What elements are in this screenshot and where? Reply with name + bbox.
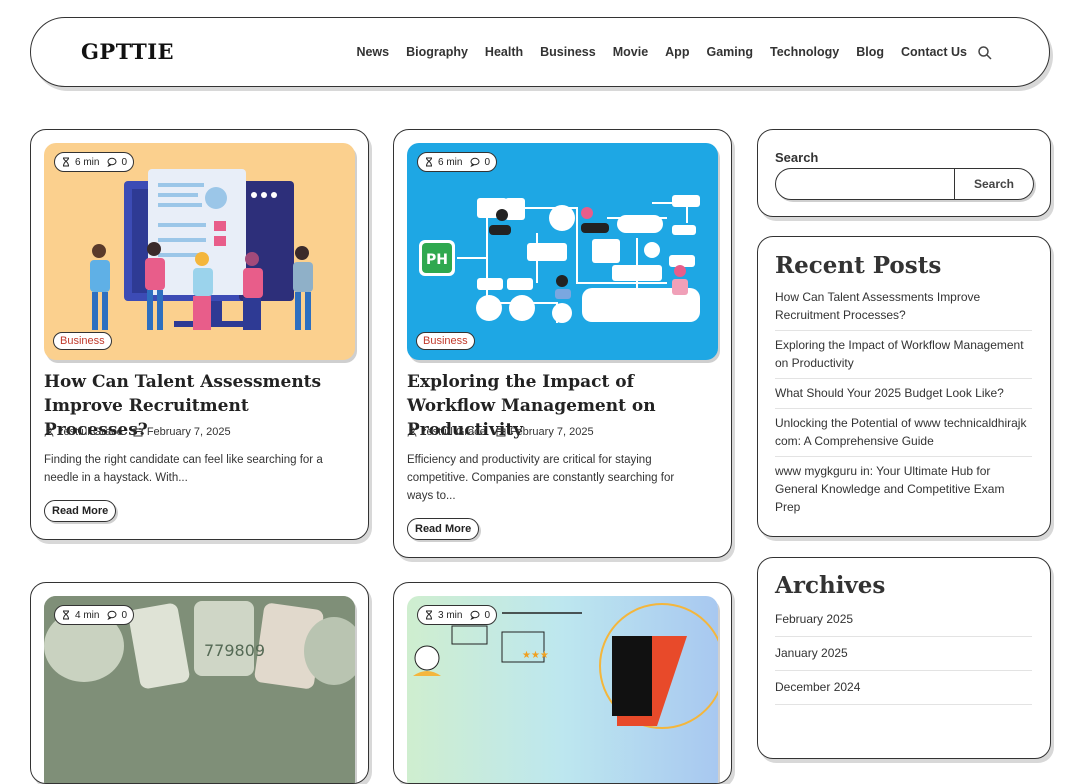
search-icon[interactable] bbox=[977, 45, 993, 61]
category-badge[interactable]: Business bbox=[416, 332, 475, 350]
user-icon bbox=[44, 427, 54, 437]
read-time: 6 min bbox=[438, 156, 463, 168]
search-form: Search bbox=[775, 168, 1034, 200]
post-date[interactable]: February 7, 2025 bbox=[147, 426, 231, 438]
recent-post-link[interactable]: Unlocking the Potential of www technical… bbox=[775, 409, 1032, 457]
search-widget: Search Search bbox=[757, 129, 1051, 217]
recent-posts-title: Recent Posts bbox=[775, 252, 942, 279]
hourglass-icon bbox=[426, 157, 432, 167]
post-author[interactable]: zestful Grace bbox=[421, 426, 486, 438]
hourglass-icon bbox=[426, 610, 432, 620]
recent-post-link[interactable]: How Can Talent Assessments Improve Recru… bbox=[775, 283, 1032, 331]
nav-business[interactable]: Business bbox=[540, 45, 596, 59]
archives-list: February 2025 January 2025 December 2024 bbox=[775, 603, 1032, 705]
post-thumbnail[interactable]: 6 min 0 PH Business bbox=[407, 143, 718, 360]
nav-contact-us[interactable]: Contact Us bbox=[901, 45, 967, 59]
post-meta: 3 min 0 bbox=[417, 605, 498, 625]
post-thumbnail[interactable]: 6 min 0 Business bbox=[44, 143, 355, 360]
svg-text:PH: PH bbox=[426, 252, 448, 268]
post-byline: zestful Grace February 7, 2025 bbox=[44, 426, 231, 438]
post-meta: 4 min 0 bbox=[54, 605, 135, 625]
recruitment-illustration bbox=[90, 169, 313, 330]
site-header: GPTTIE News Biography Health Business Mo… bbox=[30, 17, 1050, 87]
read-time: 6 min bbox=[75, 156, 100, 168]
post-card: 6 min 0 PH Business Exploring the Impact… bbox=[393, 129, 732, 558]
post-thumbnail[interactable]: 3 min 0 ★★★ bbox=[407, 596, 718, 783]
archives-widget: Archives February 2025 January 2025 Dece… bbox=[757, 557, 1051, 759]
nav-technology[interactable]: Technology bbox=[770, 45, 839, 59]
site-logo[interactable]: GPTTIE bbox=[81, 39, 174, 64]
recent-posts-widget: Recent Posts How Can Talent Assessments … bbox=[757, 236, 1051, 537]
nav-health[interactable]: Health bbox=[485, 45, 523, 59]
nav-app[interactable]: App bbox=[665, 45, 689, 59]
archives-title: Archives bbox=[775, 572, 886, 599]
svg-text:★★★: ★★★ bbox=[522, 650, 549, 661]
read-more-button[interactable]: Read More bbox=[44, 500, 117, 522]
post-author[interactable]: zestful Grace bbox=[58, 426, 123, 438]
comment-icon bbox=[470, 157, 480, 167]
comment-count: 0 bbox=[484, 156, 491, 168]
archive-link[interactable]: December 2024 bbox=[775, 671, 1032, 705]
nav-gaming[interactable]: Gaming bbox=[706, 45, 753, 59]
read-time: 3 min bbox=[438, 609, 463, 621]
nav-biography[interactable]: Biography bbox=[406, 45, 468, 59]
post-thumbnail[interactable]: 4 min 0 779809 bbox=[44, 596, 355, 783]
calendar-icon bbox=[133, 428, 143, 437]
post-card: 3 min 0 ★★★ bbox=[393, 582, 732, 784]
recent-post-link[interactable]: Exploring the Impact of Workflow Managem… bbox=[775, 331, 1032, 379]
read-time: 4 min bbox=[75, 609, 100, 621]
post-excerpt: Finding the right candidate can feel lik… bbox=[44, 454, 323, 484]
user-icon bbox=[407, 427, 417, 437]
main-nav: News Biography Health Business Movie App… bbox=[339, 45, 967, 59]
hourglass-icon bbox=[63, 610, 69, 620]
recent-post-link[interactable]: What Should Your 2025 Budget Look Like? bbox=[775, 379, 1032, 409]
comment-count: 0 bbox=[484, 609, 491, 621]
workflow-illustration: PH bbox=[419, 195, 700, 323]
post-date[interactable]: February 7, 2025 bbox=[510, 426, 594, 438]
hourglass-icon bbox=[63, 157, 69, 167]
comment-icon bbox=[107, 157, 117, 167]
post-card: 4 min 0 779809 bbox=[30, 582, 369, 784]
calendar-icon bbox=[496, 428, 506, 437]
svg-text:779809: 779809 bbox=[204, 641, 265, 660]
archive-link[interactable]: February 2025 bbox=[775, 603, 1032, 637]
post-card: 6 min 0 Business How Can Talent Assessme… bbox=[30, 129, 369, 540]
comment-icon bbox=[107, 610, 117, 620]
search-input[interactable] bbox=[776, 169, 966, 197]
post-excerpt: Efficiency and productivity are critical… bbox=[407, 454, 675, 502]
post-meta: 6 min 0 bbox=[417, 152, 498, 172]
category-badge[interactable]: Business bbox=[53, 332, 112, 350]
comment-count: 0 bbox=[121, 156, 128, 168]
post-meta: 6 min 0 bbox=[54, 152, 135, 172]
comment-icon bbox=[470, 610, 480, 620]
archive-link[interactable]: January 2025 bbox=[775, 637, 1032, 671]
search-label: Search bbox=[775, 150, 819, 165]
nav-blog[interactable]: Blog bbox=[856, 45, 884, 59]
recent-post-link[interactable]: www mygkguru in: Your Ultimate Hub for G… bbox=[775, 457, 1032, 522]
read-more-button[interactable]: Read More bbox=[407, 518, 480, 540]
nav-movie[interactable]: Movie bbox=[613, 45, 648, 59]
post-byline: zestful Grace February 7, 2025 bbox=[407, 426, 594, 438]
nav-news[interactable]: News bbox=[356, 45, 389, 59]
comment-count: 0 bbox=[121, 609, 128, 621]
search-button[interactable]: Search bbox=[954, 169, 1033, 199]
recent-posts-list: How Can Talent Assessments Improve Recru… bbox=[775, 283, 1032, 522]
